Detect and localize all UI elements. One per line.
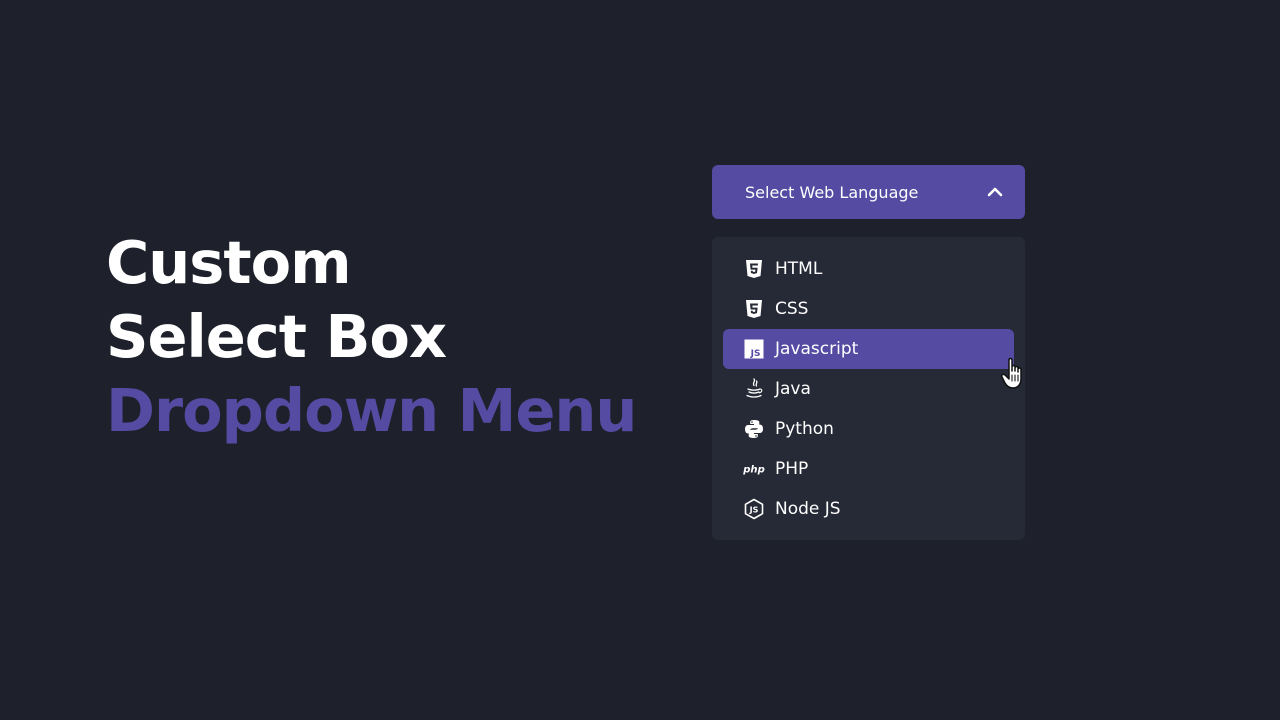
js-icon: JS — [743, 338, 765, 360]
option-php[interactable]: php PHP — [723, 449, 1014, 489]
chevron-up-icon — [987, 186, 1003, 198]
hand-cursor-icon — [1000, 356, 1032, 396]
option-label: Node JS — [775, 499, 841, 519]
css3-icon — [743, 298, 765, 320]
option-nodejs[interactable]: JS Node JS — [723, 489, 1014, 529]
option-css[interactable]: CSS — [723, 289, 1014, 329]
hero-title-line-1: Custom — [106, 228, 352, 297]
option-label: PHP — [775, 459, 809, 479]
hero-title: Custom Select Box Dropdown Menu — [106, 226, 637, 448]
php-icon: php — [743, 458, 765, 480]
option-label: CSS — [775, 299, 809, 319]
select-button-label: Select Web Language — [745, 182, 919, 202]
svg-text:php: php — [743, 465, 765, 476]
html5-icon — [743, 258, 765, 280]
language-select: Select Web Language HTML CSS JS Javascri… — [712, 165, 1025, 540]
option-label: Javascript — [775, 339, 859, 359]
java-icon — [743, 378, 765, 400]
select-button[interactable]: Select Web Language — [712, 165, 1025, 219]
svg-text:JS: JS — [749, 506, 759, 515]
hero-title-line-2: Select Box — [106, 302, 447, 371]
option-label: HTML — [775, 259, 823, 279]
python-icon — [743, 418, 765, 440]
hero-title-line-3: Dropdown Menu — [106, 376, 637, 445]
option-label: Java — [775, 379, 811, 399]
nodejs-icon: JS — [743, 498, 765, 520]
option-label: Python — [775, 419, 834, 439]
option-java[interactable]: Java — [723, 369, 1014, 409]
svg-text:JS: JS — [750, 349, 761, 359]
option-javascript[interactable]: JS Javascript — [723, 329, 1014, 369]
options-list: HTML CSS JS Javascript Java Python php P… — [712, 237, 1025, 540]
option-html[interactable]: HTML — [723, 249, 1014, 289]
option-python[interactable]: Python — [723, 409, 1014, 449]
